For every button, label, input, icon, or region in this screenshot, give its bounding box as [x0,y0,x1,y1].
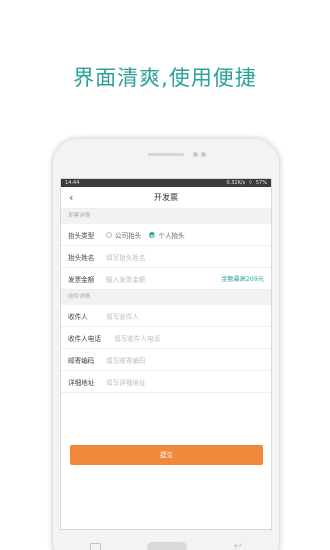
recipient-input[interactable]: 填写收件人 [106,311,139,321]
recipient-section-header: 收件详情 [61,290,271,305]
zip-code-label: 邮寄编码 [68,356,95,365]
radio-personal-label: 个人抬头 [158,231,185,240]
promo-headline: 界面清爽,使用便捷 [73,66,257,90]
radio-unchecked-icon [106,231,112,238]
status-time: 14:44 [65,180,80,186]
address-row[interactable]: 详细地址 填写详细地址 [61,371,271,393]
title-name-row[interactable]: 抬头姓名 填写抬头姓名 [61,246,271,268]
phone-earpiece [148,153,184,156]
phone-sensors [193,152,206,157]
phone-softkeys: ↩ [52,536,280,550]
status-bar: 14:44 0.32K/s ⌔ 57% [61,179,271,187]
recipient-label: 收件人 [68,312,88,321]
nav-bar: ‹ 开发票 [61,187,271,209]
title-name-input[interactable]: 填写抬头姓名 [106,252,146,262]
radio-checked-icon [149,231,156,238]
recipient-row[interactable]: 收件人 填写收件人 [61,305,271,327]
address-input[interactable]: 填写详细地址 [106,377,146,387]
amount-row[interactable]: 发票金额 输入发票金额 金额最高209元 [61,268,271,290]
title-name-label: 抬头姓名 [68,253,95,262]
radio-company-label: 公司抬头 [115,231,142,240]
status-icons: 0.32K/s ⌔ 57% [226,179,267,187]
phone-screen: 14:44 0.32K/s ⌔ 57% ‹ 开发票 发票详情 抬头类型 公司抬头 [60,178,272,530]
recent-apps-icon[interactable] [90,543,101,550]
recipient-phone-row[interactable]: 收件人电话 填写收件人电话 [61,327,271,349]
title-type-radio-group: 公司抬头 个人抬头 [106,230,185,240]
title-type-row: 抬头类型 公司抬头 个人抬头 [61,224,271,246]
network-speed: 0.32K/s [226,180,246,186]
title-type-label: 抬头类型 [68,231,95,240]
zip-code-row[interactable]: 邮寄编码 填写邮寄编码 [61,349,271,371]
amount-input[interactable]: 输入发票金额 [106,274,146,284]
amount-label: 发票金额 [68,275,95,284]
invoice-section-header: 发票详情 [61,209,271,224]
submit-button[interactable]: 提交 [70,445,263,465]
chevron-left-icon[interactable]: ‹ [69,191,73,204]
zip-code-input[interactable]: 填写邮寄编码 [106,355,146,365]
back-arrow-icon[interactable]: ↩ [234,542,242,550]
recipient-phone-input[interactable]: 填写收件人电话 [114,333,160,343]
radio-company-title[interactable]: 公司抬头 [106,230,141,240]
phone-frame: 14:44 0.32K/s ⌔ 57% ‹ 开发票 发票详情 抬头类型 公司抬头 [52,138,280,550]
recipient-phone-label: 收件人电话 [68,334,101,343]
amount-limit-hint: 金额最高209元 [221,276,264,283]
address-label: 详细地址 [68,378,95,387]
radio-personal-title[interactable]: 个人抬头 [149,230,185,240]
page-title: 开发票 [154,193,178,202]
home-button[interactable] [147,542,188,550]
wifi-icon: ⌔ [248,180,253,186]
battery-level: 57% [255,180,267,186]
